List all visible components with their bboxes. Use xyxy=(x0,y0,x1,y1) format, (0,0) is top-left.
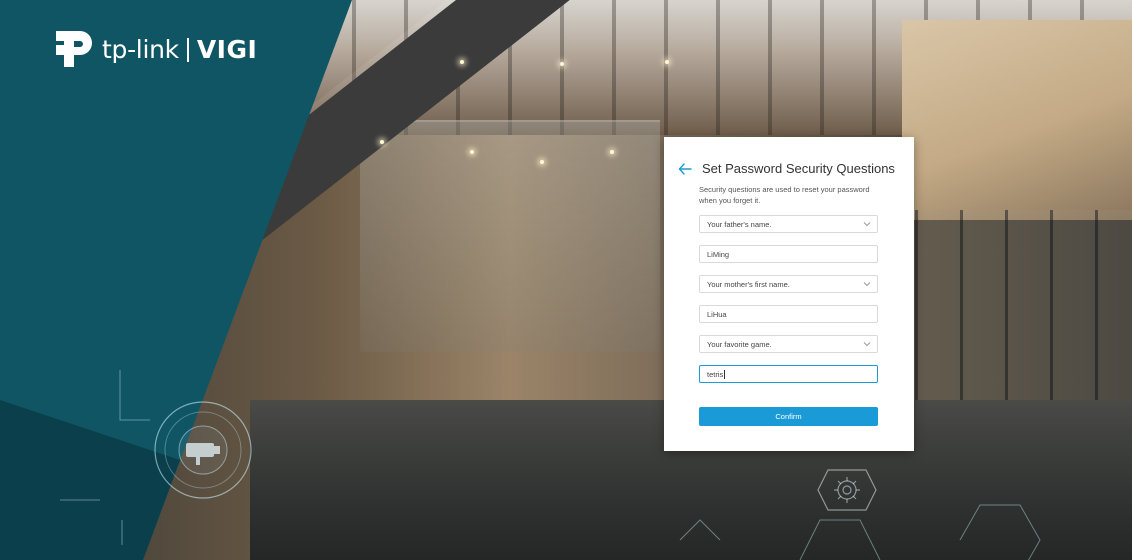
ceiling-light xyxy=(540,160,544,164)
logo-wordmark: tp-link VIGI xyxy=(102,35,257,64)
ceiling-light xyxy=(610,150,614,154)
question-3-value: Your favorite game. xyxy=(707,339,772,349)
answer-1-value: LiMing xyxy=(707,249,730,259)
chevron-down-icon xyxy=(863,342,871,347)
chevron-down-icon xyxy=(863,282,871,287)
ceiling-light xyxy=(665,60,669,64)
answer-3-value: tetris xyxy=(707,369,724,379)
chevron-down-icon xyxy=(863,222,871,227)
dialog-header: Set Password Security Questions xyxy=(678,161,895,176)
question-1-select[interactable]: Your father's name. xyxy=(699,215,878,233)
answer-1-input[interactable]: LiMing xyxy=(699,245,878,263)
ceiling-light xyxy=(460,60,464,64)
answer-2-value: LiHua xyxy=(707,309,727,319)
security-questions-dialog: Set Password Security Questions Security… xyxy=(664,137,914,451)
question-1-value: Your father's name. xyxy=(707,219,772,229)
camera-icon xyxy=(154,401,252,499)
text-cursor xyxy=(724,369,726,379)
tp-link-logo-icon xyxy=(56,31,92,67)
background-wood-panel xyxy=(902,20,1132,220)
confirm-button[interactable]: Confirm xyxy=(699,407,878,426)
question-2-select[interactable]: Your mother's first name. xyxy=(699,275,878,293)
ceiling-light xyxy=(380,140,384,144)
logo-product-name: VIGI xyxy=(196,34,258,64)
ceiling-light xyxy=(560,62,564,66)
brand-logo: tp-link VIGI xyxy=(52,27,257,71)
login-page: tp-link VIGI Set Password Security Questi… xyxy=(0,0,1132,560)
logo-divider xyxy=(186,37,189,62)
ceiling-light xyxy=(470,150,474,154)
dialog-description: Security questions are used to reset you… xyxy=(699,185,870,205)
logo-brand-name: tp-link xyxy=(102,34,179,64)
arrow-left-icon[interactable] xyxy=(678,162,692,176)
background-glass-railing xyxy=(360,120,660,352)
question-2-value: Your mother's first name. xyxy=(707,279,790,289)
dialog-title: Set Password Security Questions xyxy=(702,161,895,176)
answer-3-input[interactable]: tetris xyxy=(699,365,878,383)
answer-2-input[interactable]: LiHua xyxy=(699,305,878,323)
question-3-select[interactable]: Your favorite game. xyxy=(699,335,878,353)
